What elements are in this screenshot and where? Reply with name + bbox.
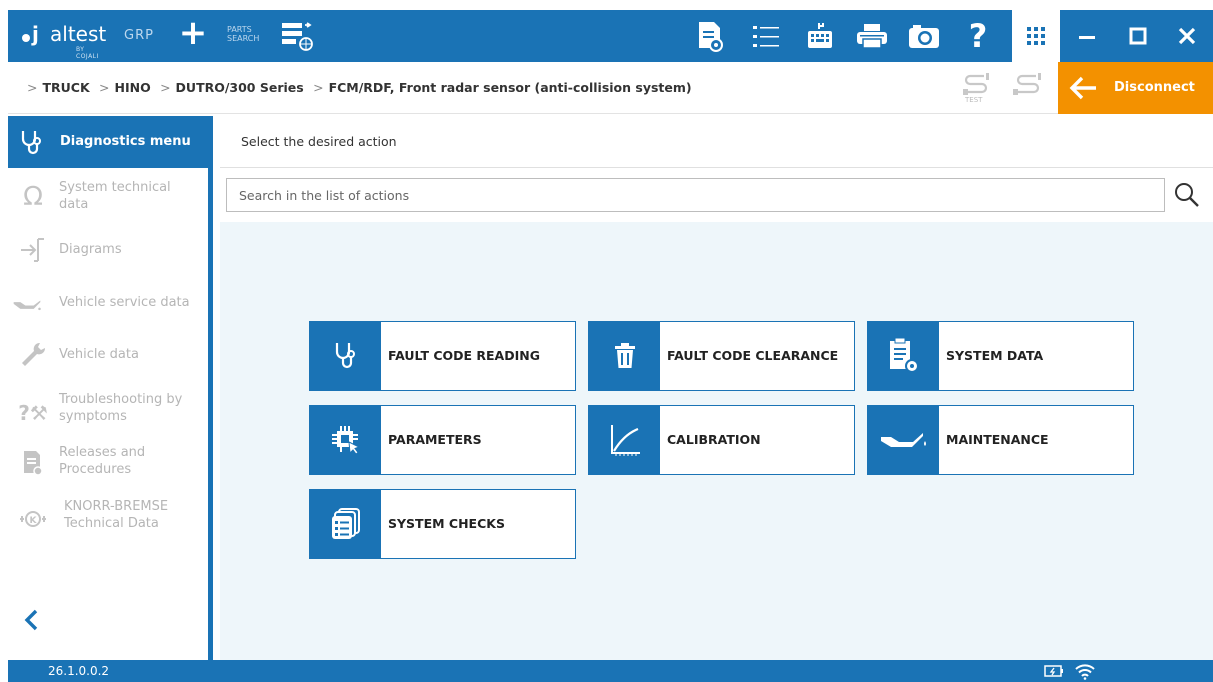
fault-code-clearance-button[interactable]: FAULT CODE CLEARANCE <box>588 321 855 391</box>
sidebar-item-troubleshooting[interactable]: ?⚒ Troubleshooting by symptoms <box>8 390 213 440</box>
grp-mode-label[interactable]: GRP <box>124 28 154 43</box>
version-label: 26.1.0.0.2 <box>48 664 110 678</box>
stethoscope-icon <box>310 322 381 390</box>
action-label: MAINTENANCE <box>946 432 1049 447</box>
sidebar-item-vehicle-data[interactable]: Vehicle data <box>8 338 213 388</box>
main-header: Select the desired action <box>220 116 1213 168</box>
procedures-icon <box>24 451 43 476</box>
sidebar: Diagnostics menu Ω System technical data… <box>8 116 213 660</box>
collapse-sidebar-icon[interactable] <box>22 608 42 632</box>
breadcrumb-separator: > <box>160 80 171 95</box>
keyboard-icon[interactable] <box>802 18 838 54</box>
disconnect-label: Disconnect <box>1114 80 1195 95</box>
search-icon[interactable] <box>1172 180 1202 210</box>
parts-search-label[interactable]: PARTS SEARCH <box>227 25 259 43</box>
logo-text: altest <box>50 22 107 46</box>
list-icon[interactable] <box>748 18 784 54</box>
omega-icon: Ω <box>23 182 43 212</box>
system-checks-button[interactable]: SYSTEM CHECKS <box>309 489 576 559</box>
action-label: PARAMETERS <box>388 432 482 447</box>
search-label: SEARCH <box>227 34 260 43</box>
breadcrumb-separator: > <box>313 80 324 95</box>
close-icon <box>1178 27 1196 45</box>
sidebar-item-label: Diagnostics menu <box>60 134 191 149</box>
sidebar-item-label: Releases and Procedures <box>59 445 146 477</box>
apps-grid-button[interactable] <box>1012 10 1060 62</box>
breadcrumb: > TRUCK > HINO > DUTRO/300 Series > FCM/RDF,… <box>22 80 692 95</box>
breadcrumb-item-hino[interactable]: HINO <box>115 80 151 95</box>
sidebar-item-knorr-bremse[interactable]: K KNORR-BREMSE Technical Data <box>8 498 213 548</box>
fault-code-reading-button[interactable]: FAULT CODE READING <box>309 321 576 391</box>
oil-can-icon <box>13 300 41 311</box>
close-button[interactable] <box>1161 10 1213 62</box>
parts-search-icon[interactable] <box>280 20 316 52</box>
action-label: FAULT CODE CLEARANCE <box>667 348 839 363</box>
parts-label: PARTS <box>227 25 252 34</box>
actions-panel: FAULT CODE READING FAULT CODE CLEARANCE … <box>220 222 1213 660</box>
maintenance-button[interactable]: MAINTENANCE <box>867 405 1134 475</box>
sidebar-item-system-technical-data[interactable]: Ω System technical data <box>8 174 213 224</box>
wrench-icon <box>22 342 46 366</box>
sidebar-item-releases-procedures[interactable]: Releases and Procedures <box>8 444 213 494</box>
sidebar-item-label: System technical data <box>59 180 171 212</box>
troubleshoot-icon: ?⚒ <box>18 401 48 425</box>
action-label: CALIBRATION <box>667 432 761 447</box>
action-label: FAULT CODE READING <box>388 348 540 363</box>
clipboard-gear-icon <box>868 322 939 390</box>
action-label: SYSTEM CHECKS <box>388 516 505 531</box>
minimize-icon <box>1079 36 1095 39</box>
status-bar: 26.1.0.0.2 <box>8 660 1213 682</box>
breadcrumb-bar: > TRUCK > HINO > DUTRO/300 Series > FCM/RDF,… <box>8 62 1058 114</box>
sidebar-item-label: Troubleshooting by symptoms <box>59 392 183 424</box>
add-icon[interactable]: + <box>178 16 208 50</box>
curve-graph-icon <box>589 406 660 474</box>
sidebar-item-label: Diagrams <box>59 242 122 257</box>
page-title: Select the desired action <box>241 134 397 149</box>
system-data-button[interactable]: SYSTEM DATA <box>867 321 1134 391</box>
search-row <box>220 168 1213 222</box>
arrow-left-icon <box>1069 76 1096 100</box>
search-input[interactable] <box>226 178 1165 212</box>
printer-icon[interactable] <box>854 18 890 54</box>
breadcrumb-separator: > <box>27 80 38 95</box>
knorr-icon: K <box>20 511 46 527</box>
trash-icon <box>589 322 660 390</box>
breadcrumb-separator: > <box>99 80 110 95</box>
connection-icon[interactable] <box>1012 72 1044 102</box>
logo-sub: BY COJALI <box>76 46 99 60</box>
maximize-button[interactable] <box>1112 10 1164 62</box>
logo-mark: j <box>32 22 39 46</box>
top-bar: j altest BY COJALI GRP + PARTS SEARCH ? <box>8 10 1213 62</box>
breadcrumb-item-truck[interactable]: TRUCK <box>42 80 89 95</box>
checklist-icon <box>310 490 381 558</box>
sidebar-item-label: KNORR-BREMSE Technical Data <box>64 499 169 531</box>
test-label: TEST <box>965 96 983 104</box>
minimize-button[interactable] <box>1061 10 1113 62</box>
test-connection-icon[interactable]: TEST <box>962 72 992 106</box>
sidebar-item-label: Vehicle service data <box>59 295 190 310</box>
report-icon[interactable] <box>692 18 728 54</box>
calibration-button[interactable]: CALIBRATION <box>588 405 855 475</box>
apps-grid-icon <box>1027 27 1045 45</box>
camera-icon[interactable] <box>906 18 942 54</box>
parameters-button[interactable]: PARAMETERS <box>309 405 576 475</box>
breadcrumb-item-series[interactable]: DUTRO/300 Series <box>176 80 304 95</box>
disconnect-button[interactable]: Disconnect <box>1058 62 1213 114</box>
logo-dot <box>22 34 30 42</box>
wifi-icon <box>1075 664 1095 680</box>
breadcrumb-item-system[interactable]: FCM/RDF, Front radar sensor (anti-collis… <box>329 80 692 95</box>
sidebar-item-label: Vehicle data <box>59 347 139 362</box>
diagram-icon <box>21 238 44 262</box>
svg-text:K: K <box>30 516 38 526</box>
action-label: SYSTEM DATA <box>946 348 1044 363</box>
oil-can-icon <box>868 406 939 474</box>
sidebar-item-vehicle-service-data[interactable]: Vehicle service data <box>8 286 213 336</box>
chip-cursor-icon <box>310 406 381 474</box>
sidebar-item-diagnostics-menu[interactable]: Diagnostics menu <box>8 116 213 168</box>
battery-icon <box>1044 665 1063 677</box>
maximize-icon <box>1129 27 1147 45</box>
help-icon[interactable]: ? <box>960 17 996 55</box>
sidebar-item-diagrams[interactable]: Diagrams <box>8 233 213 283</box>
stethoscope-icon <box>21 131 41 155</box>
